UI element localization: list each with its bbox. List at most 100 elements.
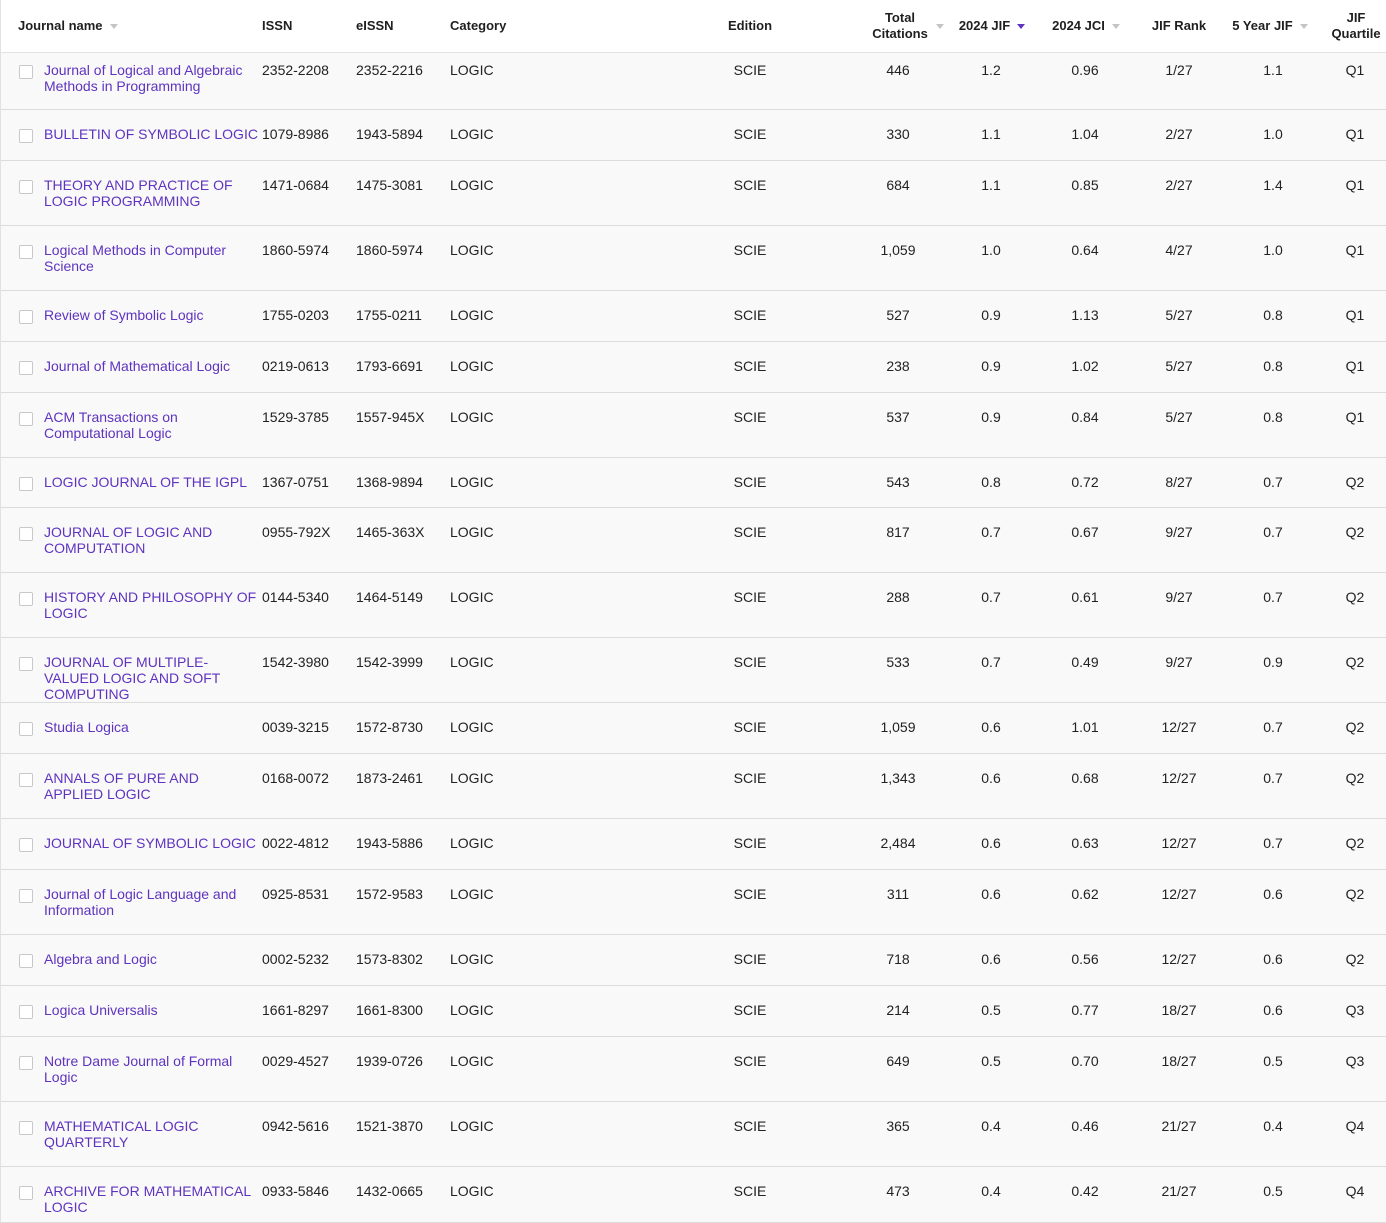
- journal-name-link[interactable]: HISTORY AND PHILOSOPHY OF LOGIC: [44, 589, 259, 621]
- col-jif[interactable]: 2024 JIF: [947, 0, 1037, 52]
- col-jci[interactable]: 2024 JCI: [1041, 0, 1131, 52]
- col-edition-label: Edition: [727, 18, 773, 33]
- row-select-checkbox[interactable]: [19, 310, 33, 324]
- cell-category: LOGIC: [450, 1183, 494, 1199]
- journal-name-link[interactable]: Notre Dame Journal of Formal Logic: [44, 1053, 259, 1085]
- row-select-checkbox[interactable]: [19, 592, 33, 606]
- cell-jci: 0.70: [1071, 1053, 1099, 1069]
- row-select-checkbox[interactable]: [19, 1005, 33, 1019]
- cell-issn: 1661-8297: [262, 1002, 329, 1018]
- cell-issn: 0002-5232: [262, 951, 329, 967]
- cell-eissn: 1939-0726: [356, 1053, 423, 1069]
- row-select-checkbox[interactable]: [19, 245, 33, 259]
- cell-rank: 21/27: [1161, 1183, 1197, 1199]
- journal-name-link[interactable]: Journal of Logical and Algebraic Methods…: [44, 62, 259, 94]
- journal-table: Journal name ISSN eISSN Category Edition…: [0, 0, 1386, 1223]
- cell-category: LOGIC: [450, 719, 494, 735]
- cell-edition: SCIE: [733, 358, 767, 374]
- journal-name-link[interactable]: Algebra and Logic: [44, 951, 259, 967]
- col-eissn-label: eISSN: [356, 18, 394, 33]
- cell-quartile: Q1: [1345, 126, 1365, 142]
- cell-citations: 330: [886, 126, 910, 142]
- journal-name-link[interactable]: ARCHIVE FOR MATHEMATICAL LOGIC: [44, 1183, 259, 1215]
- journal-name-link[interactable]: ANNALS OF PURE AND APPLIED LOGIC: [44, 770, 259, 802]
- cell-rank: 21/27: [1161, 1118, 1197, 1134]
- row-select-checkbox[interactable]: [19, 657, 33, 671]
- cell-quartile: Q1: [1345, 62, 1365, 78]
- cell-category: LOGIC: [450, 409, 494, 425]
- cell-citations: 1,059: [880, 242, 916, 258]
- cell-eissn: 1557-945X: [356, 409, 425, 425]
- col-journal-name[interactable]: Journal name: [18, 0, 218, 52]
- row-select-checkbox[interactable]: [19, 773, 33, 787]
- row-select-checkbox[interactable]: [19, 527, 33, 541]
- cell-edition: SCIE: [733, 409, 767, 425]
- row-select-checkbox[interactable]: [19, 838, 33, 852]
- cell-citations: 649: [886, 1053, 910, 1069]
- row-select-checkbox[interactable]: [19, 1186, 33, 1200]
- journal-name-link[interactable]: ACM Transactions on Computational Logic: [44, 409, 259, 441]
- cell-edition: SCIE: [733, 770, 767, 786]
- cell-jci: 0.72: [1071, 474, 1099, 490]
- cell-jif: 1.2: [981, 62, 1001, 78]
- cell-issn: 1471-0684: [262, 177, 329, 193]
- table-body: Journal of Logical and Algebraic Methods…: [0, 53, 1386, 1223]
- journal-name-link[interactable]: Journal of Logic Language and Informatio…: [44, 886, 259, 918]
- journal-name-link[interactable]: BULLETIN OF SYMBOLIC LOGIC: [44, 126, 259, 142]
- journal-name-link[interactable]: JOURNAL OF LOGIC AND COMPUTATION: [44, 524, 259, 556]
- cell-jif5: 0.7: [1263, 719, 1283, 735]
- col-jif-quartile-label: JIF Quartile: [1331, 10, 1381, 41]
- journal-name-link[interactable]: Studia Logica: [44, 719, 259, 735]
- cell-jci: 0.46: [1071, 1118, 1099, 1134]
- cell-jif5: 0.5: [1263, 1183, 1283, 1199]
- journal-name-link[interactable]: Logica Universalis: [44, 1002, 259, 1018]
- cell-citations: 527: [886, 307, 910, 323]
- row-select-checkbox[interactable]: [19, 180, 33, 194]
- col-jif-quartile: JIF Quartile: [1325, 0, 1386, 52]
- cell-rank: 4/27: [1165, 242, 1193, 258]
- cell-edition: SCIE: [733, 719, 767, 735]
- cell-quartile: Q2: [1345, 524, 1365, 540]
- journal-name-link[interactable]: Review of Symbolic Logic: [44, 307, 259, 323]
- journal-name-link[interactable]: JOURNAL OF MULTIPLE-VALUED LOGIC AND SOF…: [44, 654, 259, 702]
- cell-rank: 5/27: [1165, 409, 1193, 425]
- cell-eissn: 1572-9583: [356, 886, 423, 902]
- row-select-checkbox[interactable]: [19, 412, 33, 426]
- row-select-checkbox[interactable]: [19, 954, 33, 968]
- cell-issn: 0219-0613: [262, 358, 329, 374]
- col-5yr-jif[interactable]: 5 Year JIF: [1225, 0, 1315, 52]
- sort-icon: [936, 23, 944, 29]
- journal-name-link[interactable]: Logical Methods in Computer Science: [44, 242, 259, 274]
- cell-quartile: Q2: [1345, 886, 1365, 902]
- cell-jif5: 0.6: [1263, 951, 1283, 967]
- cell-category: LOGIC: [450, 886, 494, 902]
- row-select-checkbox[interactable]: [19, 889, 33, 903]
- cell-quartile: Q2: [1345, 835, 1365, 851]
- row-select-checkbox[interactable]: [19, 65, 33, 79]
- cell-jci: 1.02: [1071, 358, 1099, 374]
- table-header: Journal name ISSN eISSN Category Edition…: [0, 0, 1386, 53]
- journal-name-link[interactable]: MATHEMATICAL LOGIC QUARTERLY: [44, 1118, 259, 1150]
- table-row: ANNALS OF PURE AND APPLIED LOGIC 0168-007…: [0, 754, 1386, 819]
- cell-issn: 1079-8986: [262, 126, 329, 142]
- journal-name-link[interactable]: THEORY AND PRACTICE OF LOGIC PROGRAMMING: [44, 177, 259, 209]
- row-select-checkbox[interactable]: [19, 722, 33, 736]
- cell-quartile: Q4: [1345, 1183, 1365, 1199]
- row-select-checkbox[interactable]: [19, 129, 33, 143]
- journal-name-link[interactable]: LOGIC JOURNAL OF THE IGPL: [44, 474, 259, 490]
- table-row: Logica Universalis 1661-8297 1661-8300 LOGI…: [0, 986, 1386, 1037]
- cell-issn: 0933-5846: [262, 1183, 329, 1199]
- cell-jif5: 0.8: [1263, 409, 1283, 425]
- cell-quartile: Q1: [1345, 358, 1365, 374]
- cell-jif: 1.0: [981, 242, 1001, 258]
- row-select-checkbox[interactable]: [19, 1121, 33, 1135]
- col-jci-label: 2024 JCI: [1052, 18, 1105, 33]
- journal-name-link[interactable]: Journal of Mathematical Logic: [44, 358, 259, 374]
- row-select-checkbox[interactable]: [19, 1056, 33, 1070]
- row-select-checkbox[interactable]: [19, 361, 33, 375]
- journal-name-link[interactable]: JOURNAL OF SYMBOLIC LOGIC: [44, 835, 259, 851]
- cell-jci: 0.85: [1071, 177, 1099, 193]
- cell-jif: 0.6: [981, 951, 1001, 967]
- row-select-checkbox[interactable]: [19, 477, 33, 491]
- col-total-citations[interactable]: Total Citations: [841, 0, 944, 52]
